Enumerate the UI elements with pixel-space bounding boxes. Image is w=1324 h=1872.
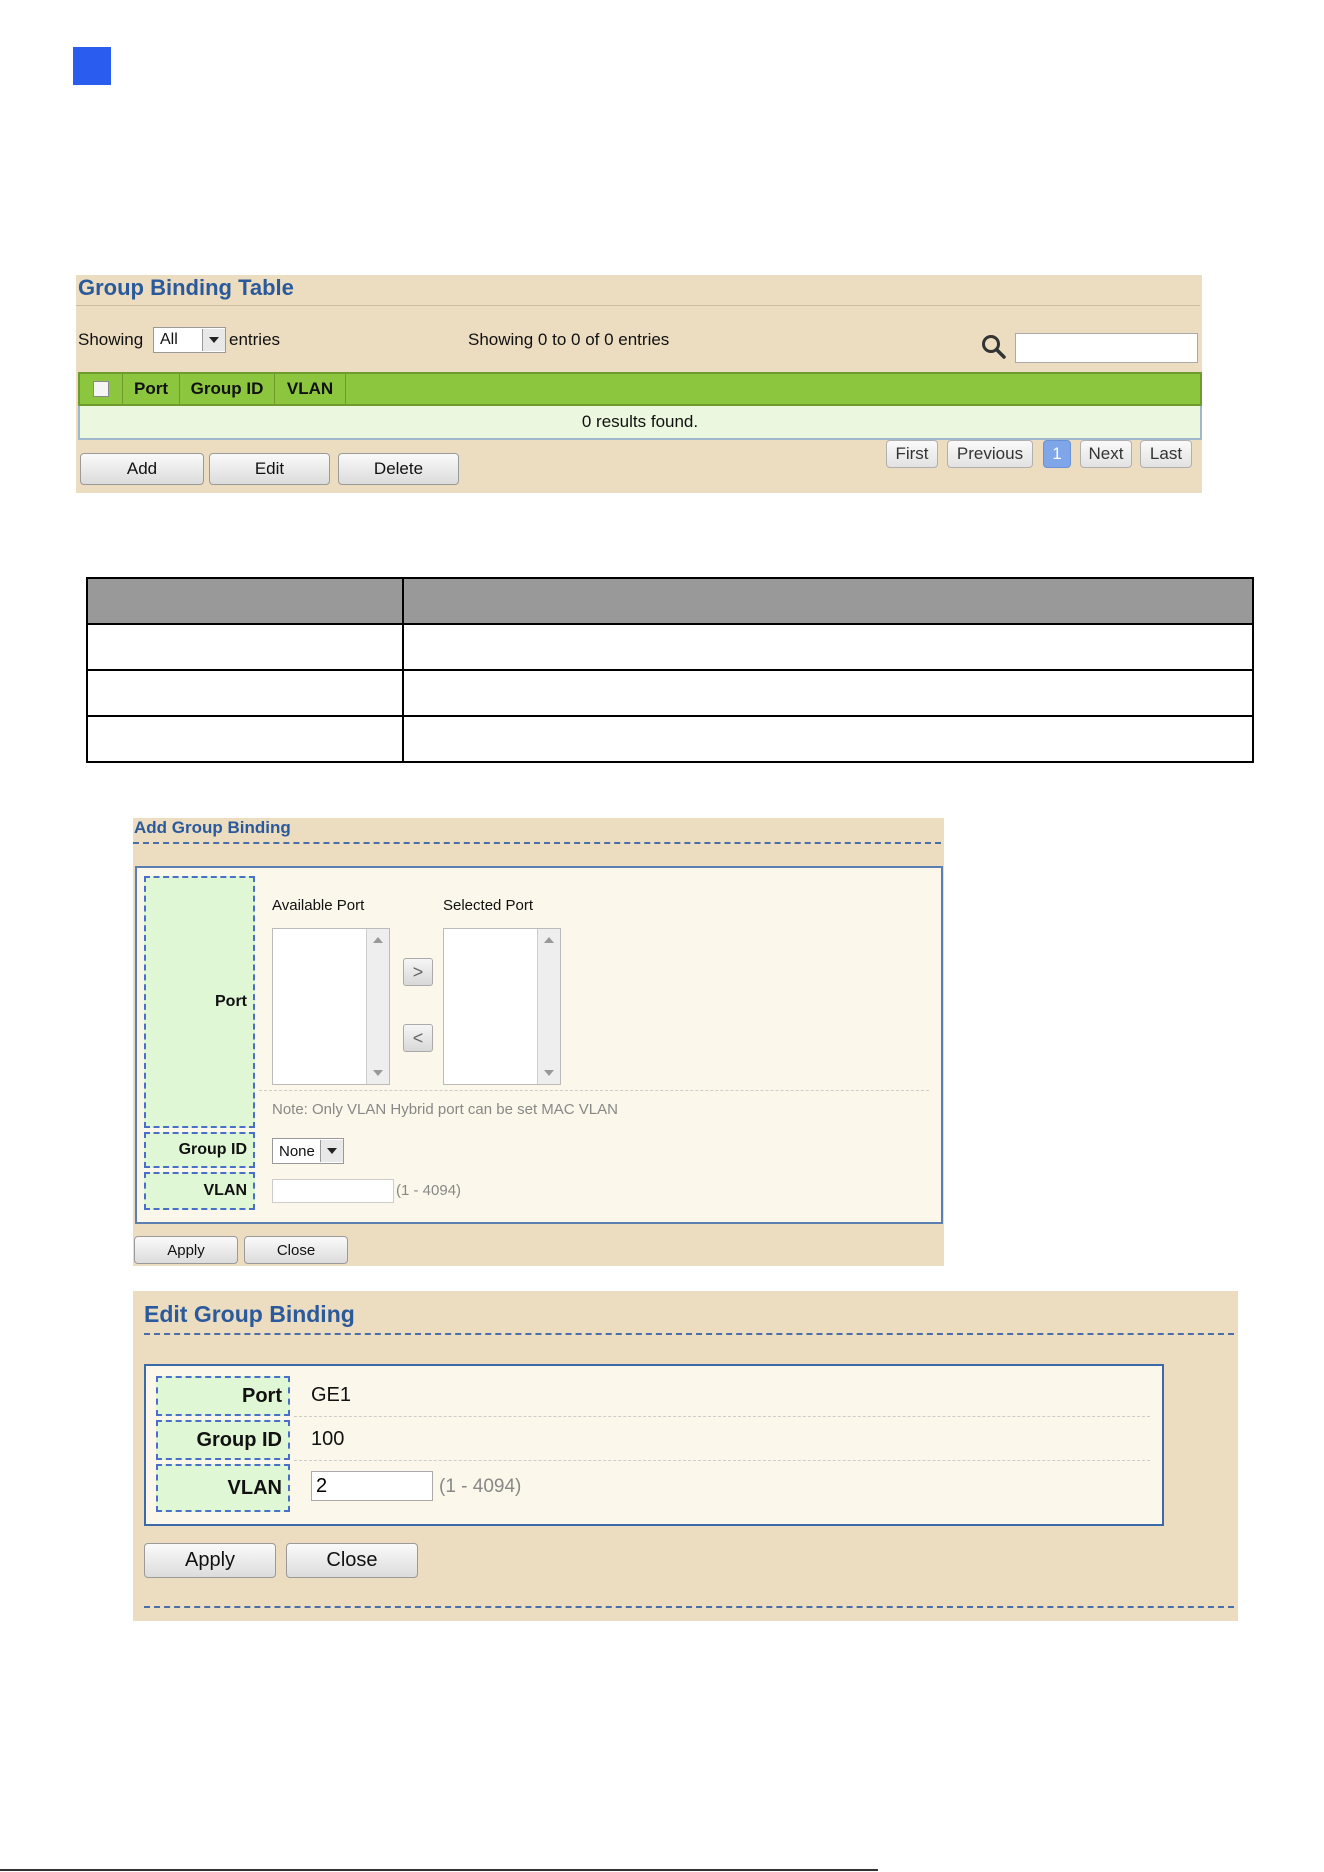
showing-label: Showing <box>78 330 144 349</box>
column-header-group-id[interactable]: Group ID <box>180 374 275 404</box>
vlan-input[interactable] <box>272 1179 394 1203</box>
page-footer-rule <box>0 1869 878 1871</box>
table-row <box>86 715 1254 763</box>
footer-divider <box>144 1606 1234 1608</box>
close-button[interactable]: Close <box>286 1543 418 1578</box>
chevron-down-icon <box>320 1140 343 1162</box>
vlan-range-hint: (1 - 4094) <box>439 1476 522 1497</box>
group-id-label: Group ID <box>156 1420 290 1460</box>
group-binding-table-panel: Group Binding Table Showing All entries … <box>76 275 1202 493</box>
table-row <box>86 623 1254 671</box>
entries-select[interactable]: All <box>153 327 226 353</box>
delete-button[interactable]: Delete <box>338 453 459 485</box>
search-icon[interactable] <box>981 334 1007 360</box>
edit-group-binding-panel: Edit Group Binding Port GE1 Group ID 100… <box>133 1291 1238 1621</box>
table-header: Port Group ID VLAN <box>78 372 1202 406</box>
vlan-label: VLAN <box>156 1464 290 1512</box>
page-last-button[interactable]: Last <box>1140 440 1192 468</box>
panel-title: Add Group Binding <box>134 818 291 837</box>
apply-button[interactable]: Apply <box>134 1236 238 1264</box>
move-left-button[interactable]: < <box>403 1024 433 1052</box>
page-previous-button[interactable]: Previous <box>947 440 1033 468</box>
move-right-button[interactable]: > <box>403 958 433 986</box>
edit-form: Port GE1 Group ID 100 VLAN (1 - 4094) <box>144 1364 1164 1526</box>
title-divider <box>76 305 1200 306</box>
title-divider <box>144 1333 1234 1335</box>
selected-port-list[interactable] <box>443 928 561 1085</box>
page-first-button[interactable]: First <box>886 440 938 468</box>
table-row <box>86 669 1254 717</box>
page-1-button[interactable]: 1 <box>1043 440 1071 468</box>
entries-summary: Showing 0 to 0 of 0 entries <box>468 330 670 349</box>
close-button[interactable]: Close <box>244 1236 348 1264</box>
section-marker <box>73 47 111 85</box>
vlan-range-hint: (1 - 4094) <box>396 1182 462 1199</box>
description-table-header <box>86 577 1254 625</box>
empty-results-row: 0 results found. <box>78 406 1202 440</box>
scroll-up-icon[interactable] <box>544 937 554 943</box>
column-header-vlan[interactable]: VLAN <box>275 374 346 404</box>
chevron-down-icon <box>202 329 225 351</box>
entries-label: entries <box>229 330 281 349</box>
panel-title: Edit Group Binding <box>144 1301 355 1327</box>
scrollbar[interactable] <box>537 929 560 1084</box>
scrollbar[interactable] <box>366 929 389 1084</box>
group-id-label: Group ID <box>144 1132 255 1168</box>
edit-button[interactable]: Edit <box>209 453 330 485</box>
group-id-select-value: None <box>279 1142 315 1160</box>
select-all-cell <box>80 374 123 404</box>
select-all-checkbox[interactable] <box>93 381 109 397</box>
scroll-down-icon[interactable] <box>544 1070 554 1076</box>
group-id-select[interactable]: None <box>272 1138 344 1164</box>
panel-title: Group Binding Table <box>78 275 294 300</box>
vlan-label: VLAN <box>144 1172 255 1210</box>
entries-select-value: All <box>160 331 178 348</box>
description-table <box>86 577 1254 763</box>
add-button[interactable]: Add <box>80 453 204 485</box>
selected-port-label: Selected Port <box>443 897 534 914</box>
apply-button[interactable]: Apply <box>144 1543 276 1578</box>
port-note: Note: Only VLAN Hybrid port can be set M… <box>272 1101 618 1118</box>
group-id-row <box>294 1420 1150 1461</box>
scroll-down-icon[interactable] <box>373 1070 383 1076</box>
title-divider <box>133 842 941 844</box>
scroll-up-icon[interactable] <box>373 937 383 943</box>
port-row <box>294 1376 1150 1417</box>
add-group-binding-panel: Add Group Binding Port Available Port Se… <box>133 818 944 1266</box>
available-port-label: Available Port <box>272 897 365 914</box>
vlan-input[interactable] <box>311 1471 433 1501</box>
search-input[interactable] <box>1015 333 1198 363</box>
available-port-list[interactable] <box>272 928 390 1085</box>
add-form: Port Available Port Selected Port > < No… <box>135 866 943 1224</box>
page-next-button[interactable]: Next <box>1080 440 1132 468</box>
column-header-port[interactable]: Port <box>123 374 180 404</box>
port-label: Port <box>144 876 255 1128</box>
port-label: Port <box>156 1376 290 1416</box>
